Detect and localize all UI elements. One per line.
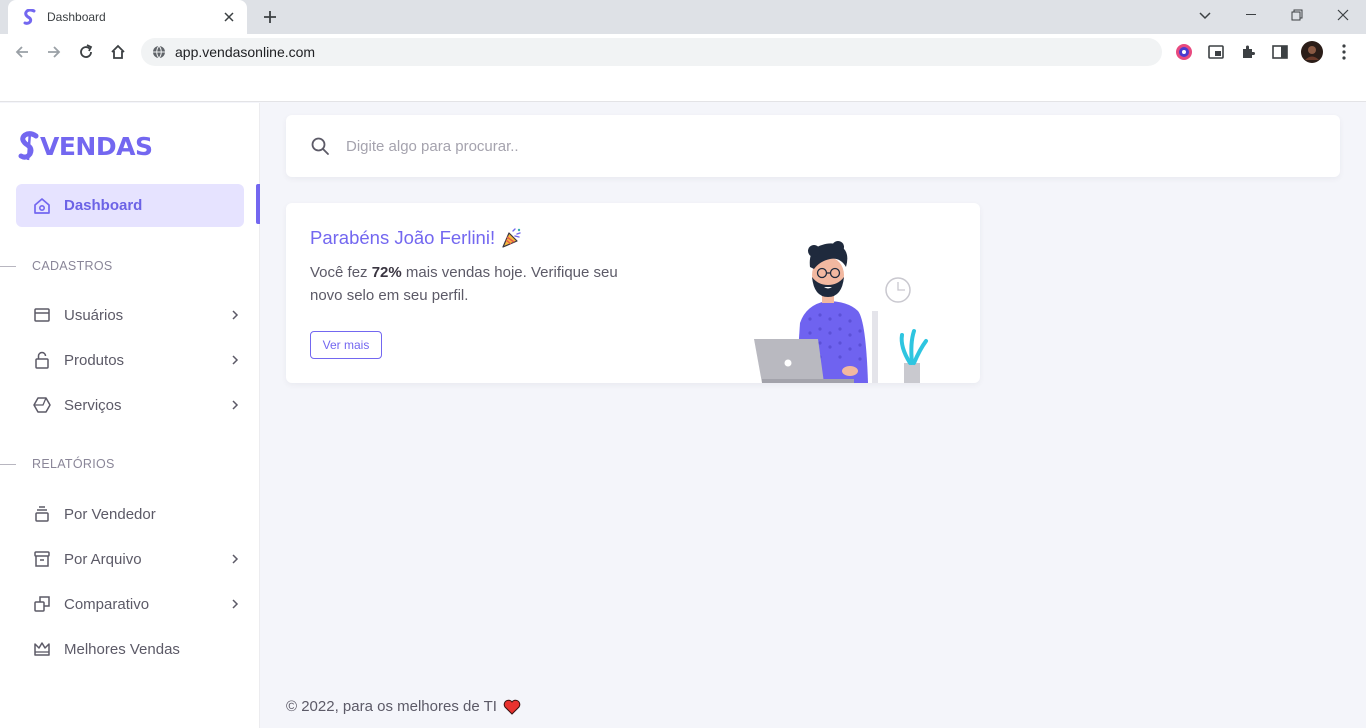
extensions-puzzle-icon[interactable] xyxy=(1236,40,1260,64)
logo-text: VENDAS xyxy=(40,131,153,161)
footer-text: © 2022, para os melhores de TI xyxy=(286,698,497,715)
page-top-strip xyxy=(0,70,1366,102)
back-arrow-icon[interactable] xyxy=(10,40,34,64)
see-more-button[interactable]: Ver mais xyxy=(310,331,382,359)
browser-tab-strip: Dashboard xyxy=(0,0,1366,34)
side-panel-icon[interactable] xyxy=(1268,40,1292,64)
extension-circle-icon[interactable] xyxy=(1172,40,1196,64)
sidebar-item-label: Por Vendedor xyxy=(64,505,156,523)
site-info-icon[interactable] xyxy=(151,44,167,60)
footer: © 2022, para os melhores de TI xyxy=(286,698,521,715)
close-window-icon[interactable] xyxy=(1320,0,1366,30)
section-cadastros: CADASTROS xyxy=(0,259,113,273)
app-logo[interactable]: VENDAS xyxy=(18,131,153,161)
browser-menu-icon[interactable] xyxy=(1332,40,1356,64)
hexagon-icon xyxy=(32,395,52,415)
browser-tab[interactable]: Dashboard xyxy=(8,0,247,34)
app-favicon-icon xyxy=(22,9,38,25)
sidebar-item-label: Melhores Vendas xyxy=(64,640,180,658)
close-tab-icon[interactable] xyxy=(221,9,237,25)
sidebar-item-melhores-vendas[interactable]: Melhores Vendas xyxy=(32,635,242,663)
section-title: RELATÓRIOS xyxy=(32,457,115,471)
sidebar: VENDAS Dashboard CADASTROS Usuários Prod… xyxy=(0,103,260,728)
sidebar-item-usuarios[interactable]: Usuários xyxy=(32,301,242,329)
stack-icon xyxy=(32,504,52,524)
home-browser-icon[interactable] xyxy=(106,40,130,64)
search-bar xyxy=(286,115,1340,177)
copy-icon xyxy=(32,594,52,614)
welcome-title: Parabéns João Ferlini! xyxy=(310,227,496,248)
browser-toolbar: app.vendasonline.com xyxy=(0,34,1366,70)
lock-icon xyxy=(32,350,52,370)
welcome-message: Você fez 72% mais vendas hoje. Verifique… xyxy=(310,264,618,304)
chevron-right-icon xyxy=(228,597,242,611)
picture-in-picture-icon[interactable] xyxy=(1204,40,1228,64)
forward-arrow-icon[interactable] xyxy=(42,40,66,64)
address-bar[interactable]: app.vendasonline.com xyxy=(141,38,1162,66)
tab-search-chevron-icon[interactable] xyxy=(1195,6,1215,26)
logo-dollar-icon xyxy=(18,131,39,161)
search-icon xyxy=(310,136,330,156)
party-popper-icon xyxy=(501,227,523,249)
section-relatorios: RELATÓRIOS xyxy=(0,457,115,471)
sales-increase-value: 72% xyxy=(371,264,402,281)
sidebar-item-label: Serviços xyxy=(64,396,122,414)
browser-window-icon xyxy=(32,305,52,325)
tab-title: Dashboard xyxy=(47,10,106,24)
url-text: app.vendasonline.com xyxy=(175,44,316,60)
chevron-right-icon xyxy=(228,308,242,322)
sidebar-item-por-arquivo[interactable]: Por Arquivo xyxy=(32,545,242,573)
sidebar-item-produtos[interactable]: Produtos xyxy=(32,346,242,374)
profile-avatar[interactable] xyxy=(1300,40,1324,64)
sidebar-item-label: Comparativo xyxy=(64,595,150,613)
archive-icon xyxy=(32,549,52,569)
crown-icon xyxy=(32,639,52,659)
reload-icon[interactable] xyxy=(74,40,98,64)
sidebar-item-por-vendedor[interactable]: Por Vendedor xyxy=(32,500,242,528)
sidebar-item-label: Por Arquivo xyxy=(64,550,142,568)
sidebar-item-comparativo[interactable]: Comparativo xyxy=(32,590,242,618)
heart-icon xyxy=(503,699,521,715)
section-title: CADASTROS xyxy=(32,259,113,273)
chevron-right-icon xyxy=(228,398,242,412)
minimize-window-icon[interactable] xyxy=(1228,0,1274,30)
sidebar-item-label: Dashboard xyxy=(64,197,143,214)
sidebar-item-label: Produtos xyxy=(64,351,125,369)
person-with-laptop-illustration xyxy=(754,241,928,383)
search-input[interactable] xyxy=(346,137,746,155)
sidebar-item-dashboard[interactable]: Dashboard xyxy=(16,184,244,227)
welcome-card-title-row: Parabéns João Ferlini! xyxy=(310,227,523,249)
chevron-right-icon xyxy=(228,353,242,367)
home-icon xyxy=(32,196,52,216)
welcome-card: Parabéns João Ferlini! Você fez 72% mais… xyxy=(286,203,980,383)
sidebar-item-servicos[interactable]: Serviços xyxy=(32,391,242,419)
sidebar-item-label: Usuários xyxy=(64,306,124,324)
active-indicator xyxy=(256,184,260,224)
new-tab-icon[interactable] xyxy=(260,8,280,26)
restore-window-icon[interactable] xyxy=(1274,0,1320,30)
chevron-right-icon xyxy=(228,552,242,566)
